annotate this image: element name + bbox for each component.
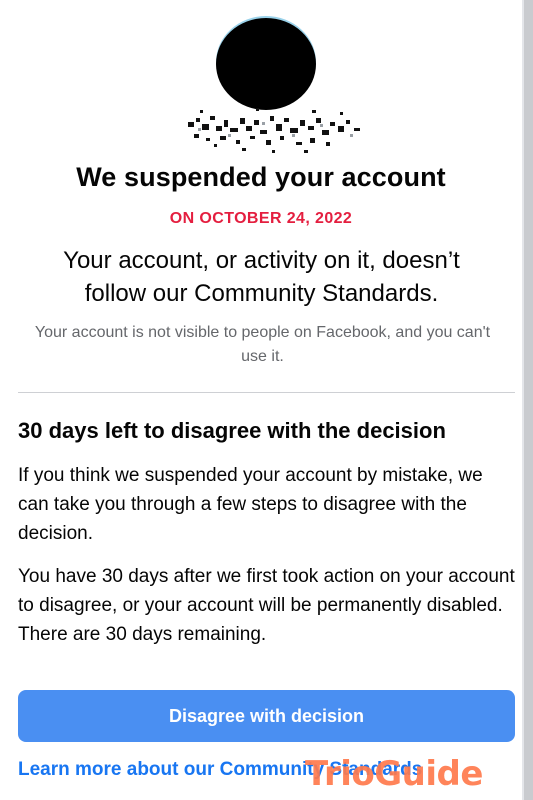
suspension-date: ON OCTOBER 24, 2022: [169, 210, 353, 227]
redacted-name-scribble: [188, 108, 360, 153]
visibility-notice: Your account is not visible to people on…: [34, 324, 491, 365]
page-title: We suspended your account: [76, 162, 446, 192]
disagree-with-decision-button[interactable]: Disagree with decision: [18, 690, 515, 742]
appeal-section-title: 30 days left to disagree with the decisi…: [18, 418, 446, 443]
watermark: TrioGuide: [305, 754, 483, 794]
appeal-explanation: If you think we suspended your account b…: [18, 465, 483, 544]
appeal-deadline-text: You have 30 days after we first took act…: [18, 566, 515, 645]
section-divider: [18, 392, 515, 393]
violation-headline: Your account, or activity on it, doesn’t…: [63, 247, 460, 307]
scrollbar-track[interactable]: [524, 0, 533, 800]
profile-avatar: [216, 18, 316, 110]
